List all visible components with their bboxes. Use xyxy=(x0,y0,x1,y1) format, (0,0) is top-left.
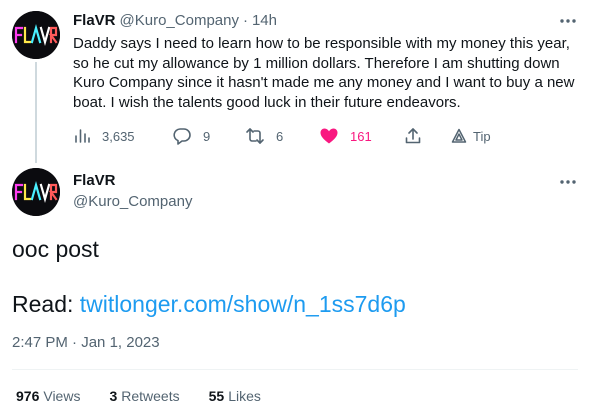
user-handle[interactable]: @Kuro_Company xyxy=(120,12,239,29)
read-prefix: Read: xyxy=(12,291,80,317)
heart-filled-icon xyxy=(320,128,338,144)
retweets-label: Retweets xyxy=(121,388,180,404)
separator-dot: · xyxy=(242,12,248,29)
more-options-button[interactable] xyxy=(558,11,578,31)
tip-icon xyxy=(451,128,467,143)
avatar[interactable] xyxy=(12,168,60,216)
reply-tweet-text: Daddy says I need to learn how to be res… xyxy=(73,35,575,111)
like-button[interactable]: 161 xyxy=(319,126,372,146)
avatar[interactable] xyxy=(12,11,60,59)
twitlonger-link[interactable]: twitlonger.com/show/n_1ss7d6p xyxy=(80,291,406,317)
tip-button[interactable]: Tip xyxy=(451,126,491,146)
retweet-button[interactable]: 6 xyxy=(245,126,283,146)
reply-button[interactable]: 9 xyxy=(172,126,210,146)
views-stat[interactable]: 976 Views xyxy=(16,388,80,404)
replies-count: 9 xyxy=(203,128,211,144)
display-name[interactable]: FlaVR xyxy=(73,12,116,29)
more-horizontal-icon xyxy=(560,19,576,23)
tweet-date: Jan 1, 2023 xyxy=(81,334,160,351)
flavr-logo-icon xyxy=(12,11,60,59)
share-button[interactable] xyxy=(404,126,422,146)
more-options-button[interactable] xyxy=(558,172,578,192)
likes-label: Likes xyxy=(228,388,261,404)
user-handle[interactable]: @Kuro_Company xyxy=(73,193,192,210)
analytics-icon xyxy=(75,129,90,143)
separator-dot: · xyxy=(72,334,78,351)
display-name[interactable]: FlaVR xyxy=(73,172,116,189)
divider xyxy=(12,369,578,370)
likes-count: 161 xyxy=(350,128,372,144)
tip-label: Tip xyxy=(473,128,491,144)
views-label: Views xyxy=(43,388,81,404)
views-count: 3,635 xyxy=(102,128,135,144)
tweet-stats: 976 Views 3 Retweets 55 Likes xyxy=(16,388,290,404)
share-icon xyxy=(405,128,421,144)
reply-tweet-header: FlaVR @Kuro_Company · 14h xyxy=(73,12,277,29)
more-horizontal-icon xyxy=(560,180,576,184)
likes-stat[interactable]: 55 Likes xyxy=(209,388,261,404)
tweet-time: 2:47 PM xyxy=(12,334,68,351)
thread-connector-line xyxy=(35,62,37,163)
views-button[interactable]: 3,635 xyxy=(73,126,135,146)
main-tweet-text: ooc post xyxy=(12,236,99,262)
retweets-count: 6 xyxy=(276,128,284,144)
main-tweet-read-line: Read: twitlonger.com/show/n_1ss7d6p xyxy=(12,290,406,318)
views-count: 976 xyxy=(16,388,40,404)
tweet-time[interactable]: 14h xyxy=(252,12,277,29)
likes-count: 55 xyxy=(208,388,225,404)
reply-icon xyxy=(173,128,191,145)
retweets-count: 3 xyxy=(109,388,118,404)
retweet-icon xyxy=(246,128,264,144)
retweets-stat[interactable]: 3 Retweets xyxy=(109,388,179,404)
flavr-logo-icon xyxy=(12,168,60,216)
tweet-timestamp[interactable]: 2:47 PM · Jan 1, 2023 xyxy=(12,334,160,351)
